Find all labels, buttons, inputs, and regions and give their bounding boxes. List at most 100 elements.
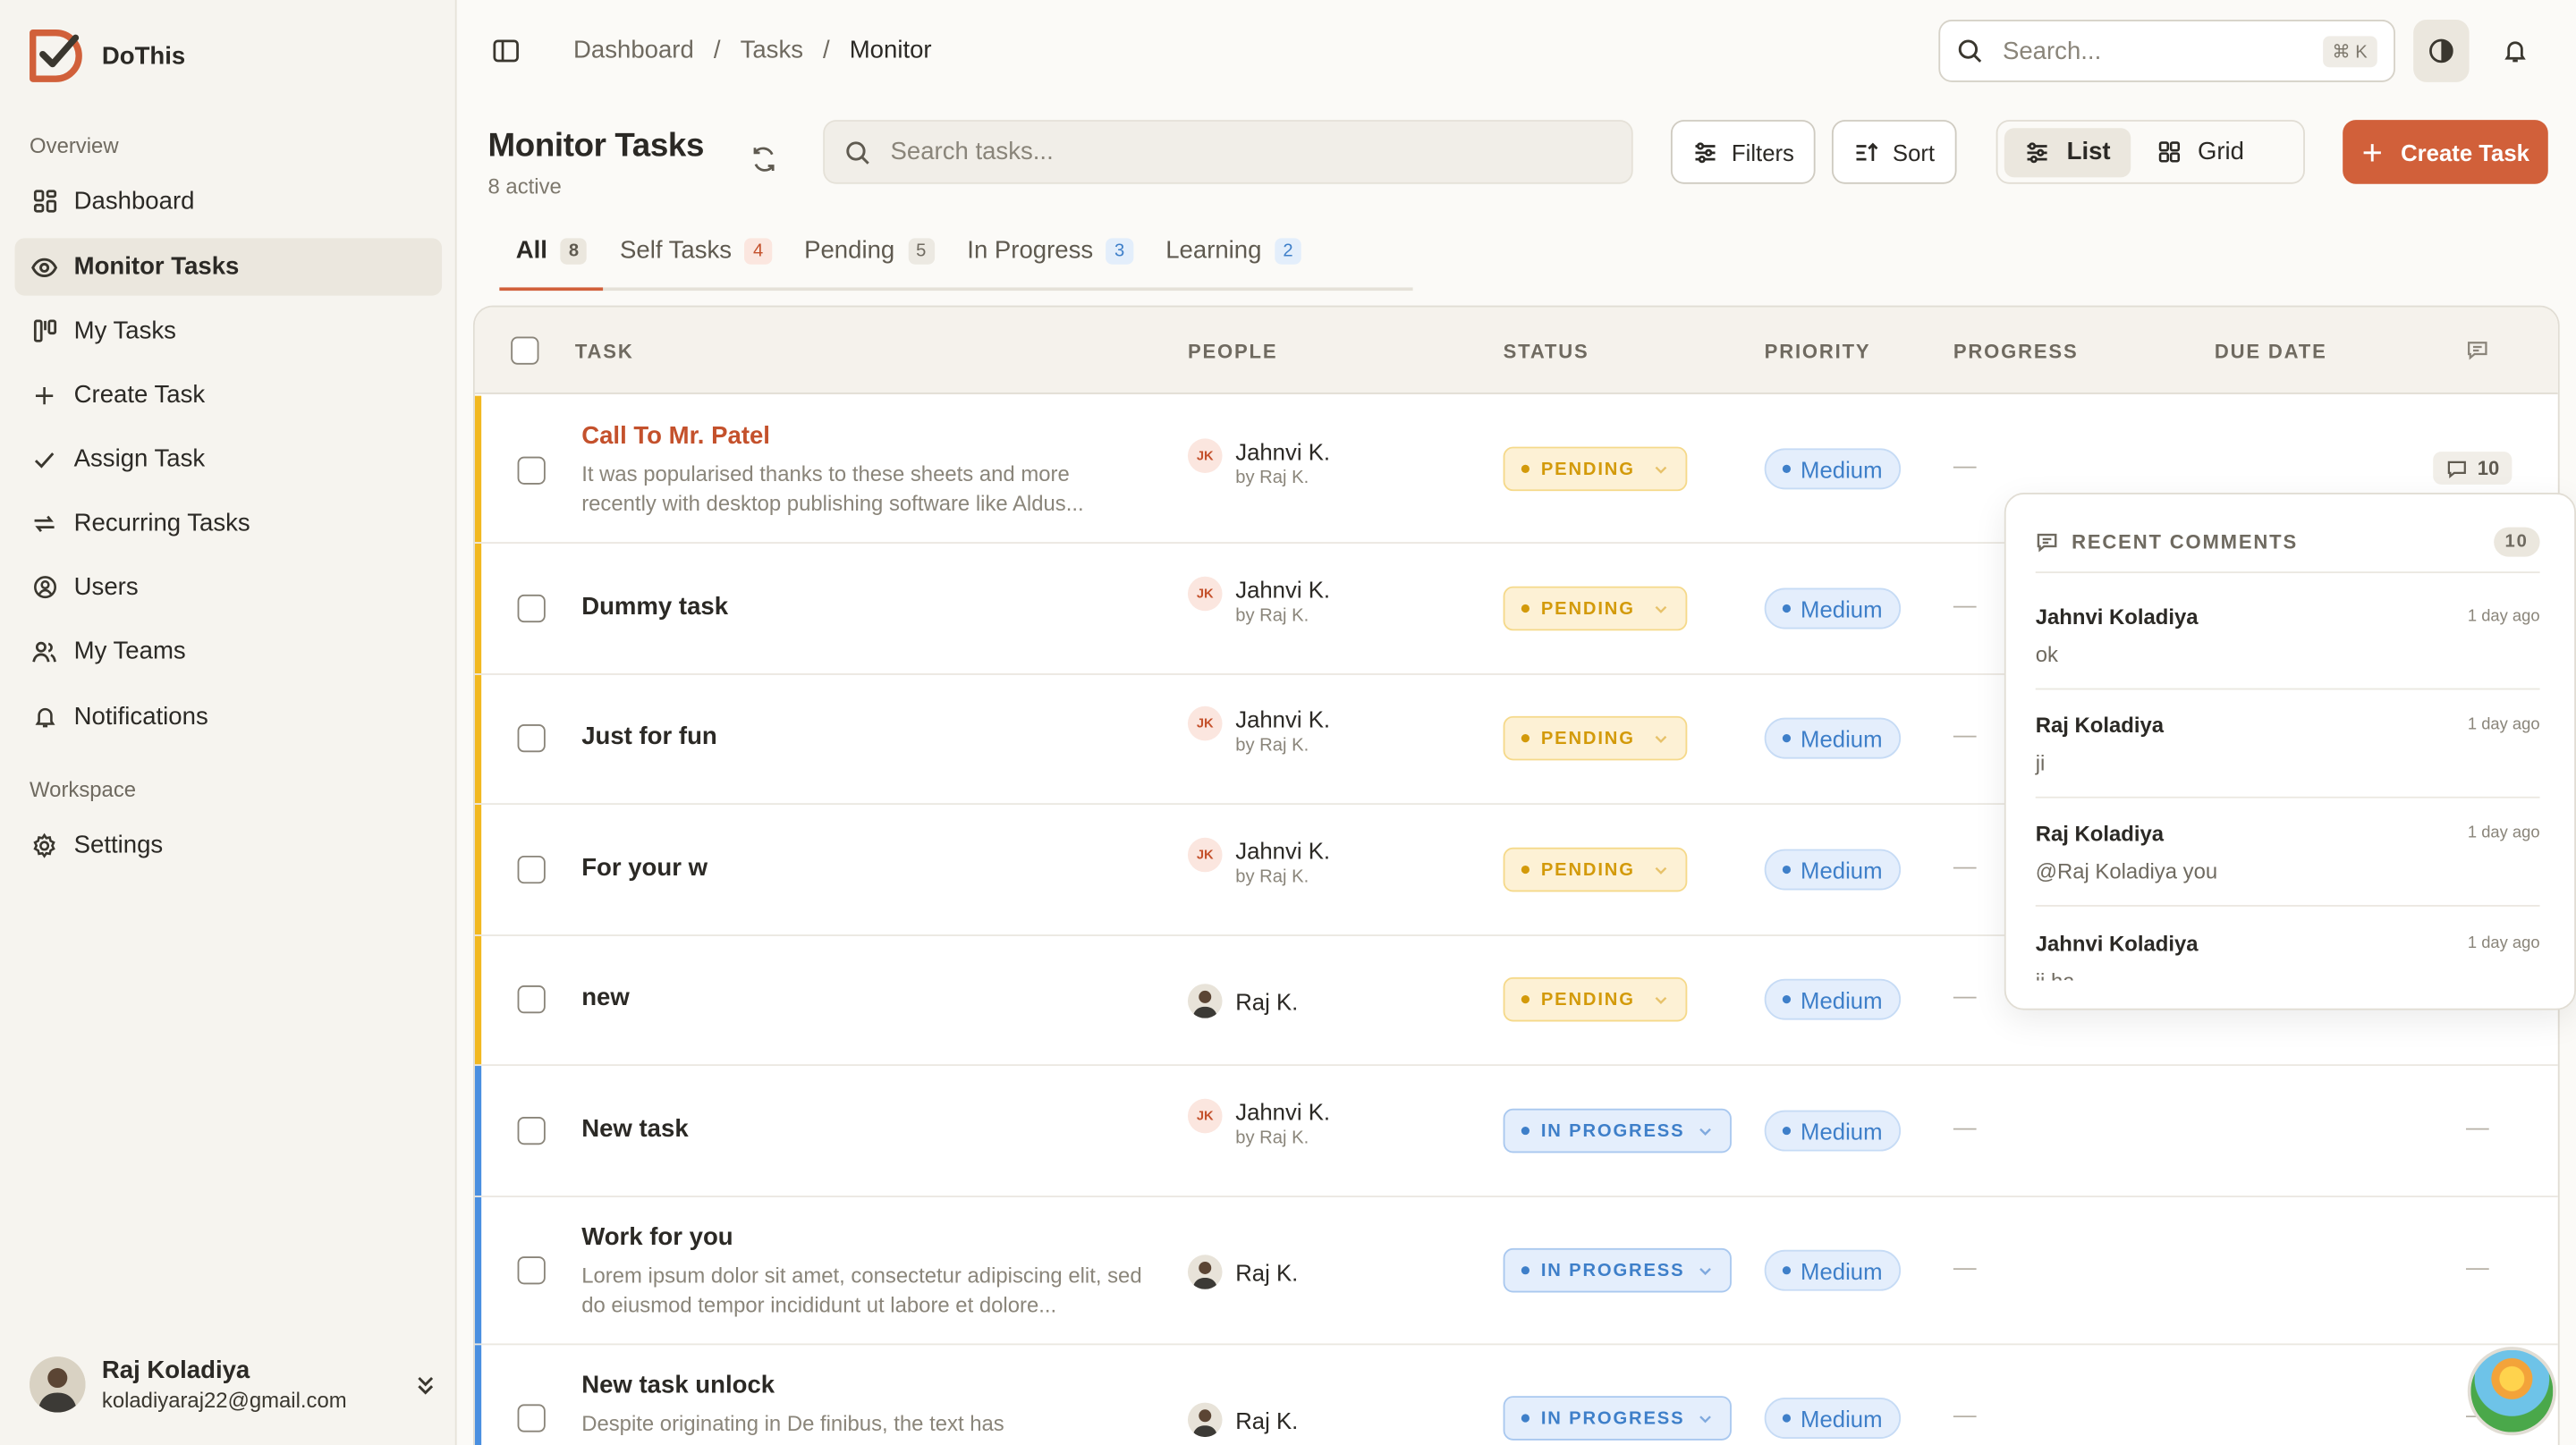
tab-all[interactable]: All 8 [499,230,604,292]
notifications-button[interactable] [2492,20,2538,82]
row-checkbox[interactable] [517,1256,546,1285]
breadcrumb-tasks[interactable]: Tasks [741,36,803,63]
sidebar-item-dashboard[interactable]: Dashboard [15,173,443,230]
table-row[interactable]: New task JK Jahnvi K. by Raj K. IN PROGRE… [474,1066,2558,1197]
assignee-name: Jahnvi K. [1235,706,1331,733]
priority-badge[interactable]: Medium [1764,1398,1901,1439]
row-checkbox[interactable] [517,985,546,1014]
tab-count: 5 [907,238,935,265]
priority-bar [474,395,482,543]
divider [2035,571,2540,574]
theme-toggle-button[interactable] [2413,20,2470,82]
user-card[interactable]: Raj Koladiya koladiyaraj22@gmail.com [30,1350,437,1419]
assistant-avatar-button[interactable] [2467,1347,2556,1436]
priority-badge[interactable]: Medium [1764,978,1901,1020]
status-badge[interactable]: PENDING [1503,847,1688,892]
sidebar-item-users[interactable]: Users [15,558,443,615]
row-checkbox[interactable] [517,594,546,623]
contrast-icon [2429,38,2453,63]
comments-count-button[interactable]: 10 [2433,452,2513,485]
priority-badge[interactable]: Medium [1764,717,1901,759]
sidebar-item-monitor-tasks[interactable]: Monitor Tasks [14,238,443,296]
status-badge[interactable]: PENDING [1503,586,1688,631]
status-badge[interactable]: IN PROGRESS [1503,1396,1732,1441]
sidebar-item-create-task[interactable]: Create Task [15,367,443,424]
status-badge[interactable]: IN PROGRESS [1503,1247,1732,1293]
row-checkbox[interactable] [517,1404,546,1432]
task-title[interactable]: new [581,984,630,1011]
task-title[interactable]: Work for you [581,1223,733,1251]
list-view-button[interactable]: List [2004,127,2131,177]
task-title[interactable]: Dummy task [581,593,728,621]
breadcrumb-dashboard[interactable]: Dashboard [573,36,694,63]
brand[interactable]: DoThis [26,26,185,85]
column-task[interactable]: TASK [575,340,634,363]
comment-item[interactable]: Jahnvi Koladiya 1 day ago ok [2036,604,2540,667]
task-title[interactable]: New task unlock [581,1372,775,1399]
chevrons-icon[interactable] [414,1373,437,1397]
status-badge[interactable]: PENDING [1503,446,1688,492]
priority-badge[interactable]: Medium [1764,587,1901,630]
comment-author: Raj Koladiya [2035,821,2165,846]
sidebar-item-recurring-tasks[interactable]: Recurring Tasks [15,494,443,552]
task-search-input[interactable]: Search tasks... [823,120,1633,184]
sidebar-item-settings[interactable]: Settings [15,816,443,874]
row-checkbox[interactable] [517,1116,546,1145]
chevron-down-icon [1655,996,1667,1004]
tab-pending[interactable]: Pending 5 [788,230,951,291]
sidebar-item-my-tasks[interactable]: My Tasks [15,302,443,359]
sidebar-item-my-teams[interactable]: My Teams [15,622,443,680]
tab-self-tasks[interactable]: Self Tasks 4 [604,230,788,291]
comment-item[interactable]: Jahnvi Koladiya 1 day ago ji ha [2036,931,2540,980]
column-progress[interactable]: PROGRESS [1953,340,2079,363]
sidebar-item-assign-task[interactable]: Assign Task [15,430,443,487]
status-badge[interactable]: PENDING [1503,715,1688,761]
page-subtitle: 8 active [487,173,562,199]
assignee-name: Jahnvi K. [1235,576,1331,604]
column-due-date[interactable]: DUE DATE [2215,340,2327,363]
create-task-label: Create Task [2401,139,2529,165]
tab-in-progress[interactable]: In Progress 3 [951,230,1149,291]
row-checkbox[interactable] [517,724,546,753]
table-row[interactable]: New task unlock Despite originating in D… [474,1345,2558,1445]
table-row[interactable]: Work for you Lorem ipsum dolor sit amet,… [474,1196,2558,1346]
refresh-icon[interactable] [748,143,781,176]
sidebar-item-notifications[interactable]: Notifications [15,689,443,746]
comment-text: ji ha [2036,969,2540,981]
task-title[interactable]: New task [581,1115,688,1143]
comment-item[interactable]: Raj Koladiya 1 day ago ji [2036,713,2540,775]
global-search-input[interactable]: Search... ⌘ K [1938,20,2395,82]
sidebar-item-label: Users [73,573,139,602]
task-title[interactable]: For your w [581,854,708,882]
avatar: JK [1187,576,1223,612]
sidebar-toggle-icon[interactable] [491,36,521,65]
priority-badge[interactable]: Medium [1764,1249,1901,1291]
priority-bar [474,935,482,1065]
select-all-checkbox[interactable] [511,336,539,365]
comment-item[interactable]: Raj Koladiya 1 day ago @Raj Koladiya you [2036,821,2540,883]
priority-label: Medium [1801,1117,1883,1145]
tab-learning[interactable]: Learning 2 [1149,230,1318,291]
priority-badge[interactable]: Medium [1764,1110,1901,1152]
people-cell: JK Jahnvi K. by Raj K. [1187,837,1330,887]
sort-button[interactable]: Sort [1831,120,1956,184]
column-status[interactable]: STATUS [1504,340,1589,363]
status-badge[interactable]: IN PROGRESS [1503,1108,1732,1153]
row-checkbox[interactable] [517,456,546,485]
row-checkbox[interactable] [517,855,546,884]
users-icon [31,638,57,664]
status-badge[interactable]: PENDING [1503,976,1688,1022]
people-cell: Raj K. [1187,1402,1298,1438]
task-title[interactable]: Just for fun [581,722,717,750]
task-title[interactable]: Call To Mr. Patel [581,422,770,450]
grid-view-button[interactable]: Grid [2137,127,2264,176]
divider [2035,688,2540,690]
priority-badge[interactable]: Medium [1764,849,1901,891]
column-priority[interactable]: PRIORITY [1765,340,1871,363]
filters-button[interactable]: Filters [1670,120,1816,184]
status-tabs: All 8 Self Tasks 4 Pending 5 In Progress 3 L… [499,230,1413,292]
create-task-button[interactable]: Create Task [2343,120,2548,184]
bell-icon [2504,41,2526,63]
priority-badge[interactable]: Medium [1764,448,1901,490]
column-people[interactable]: PEOPLE [1188,340,1277,363]
